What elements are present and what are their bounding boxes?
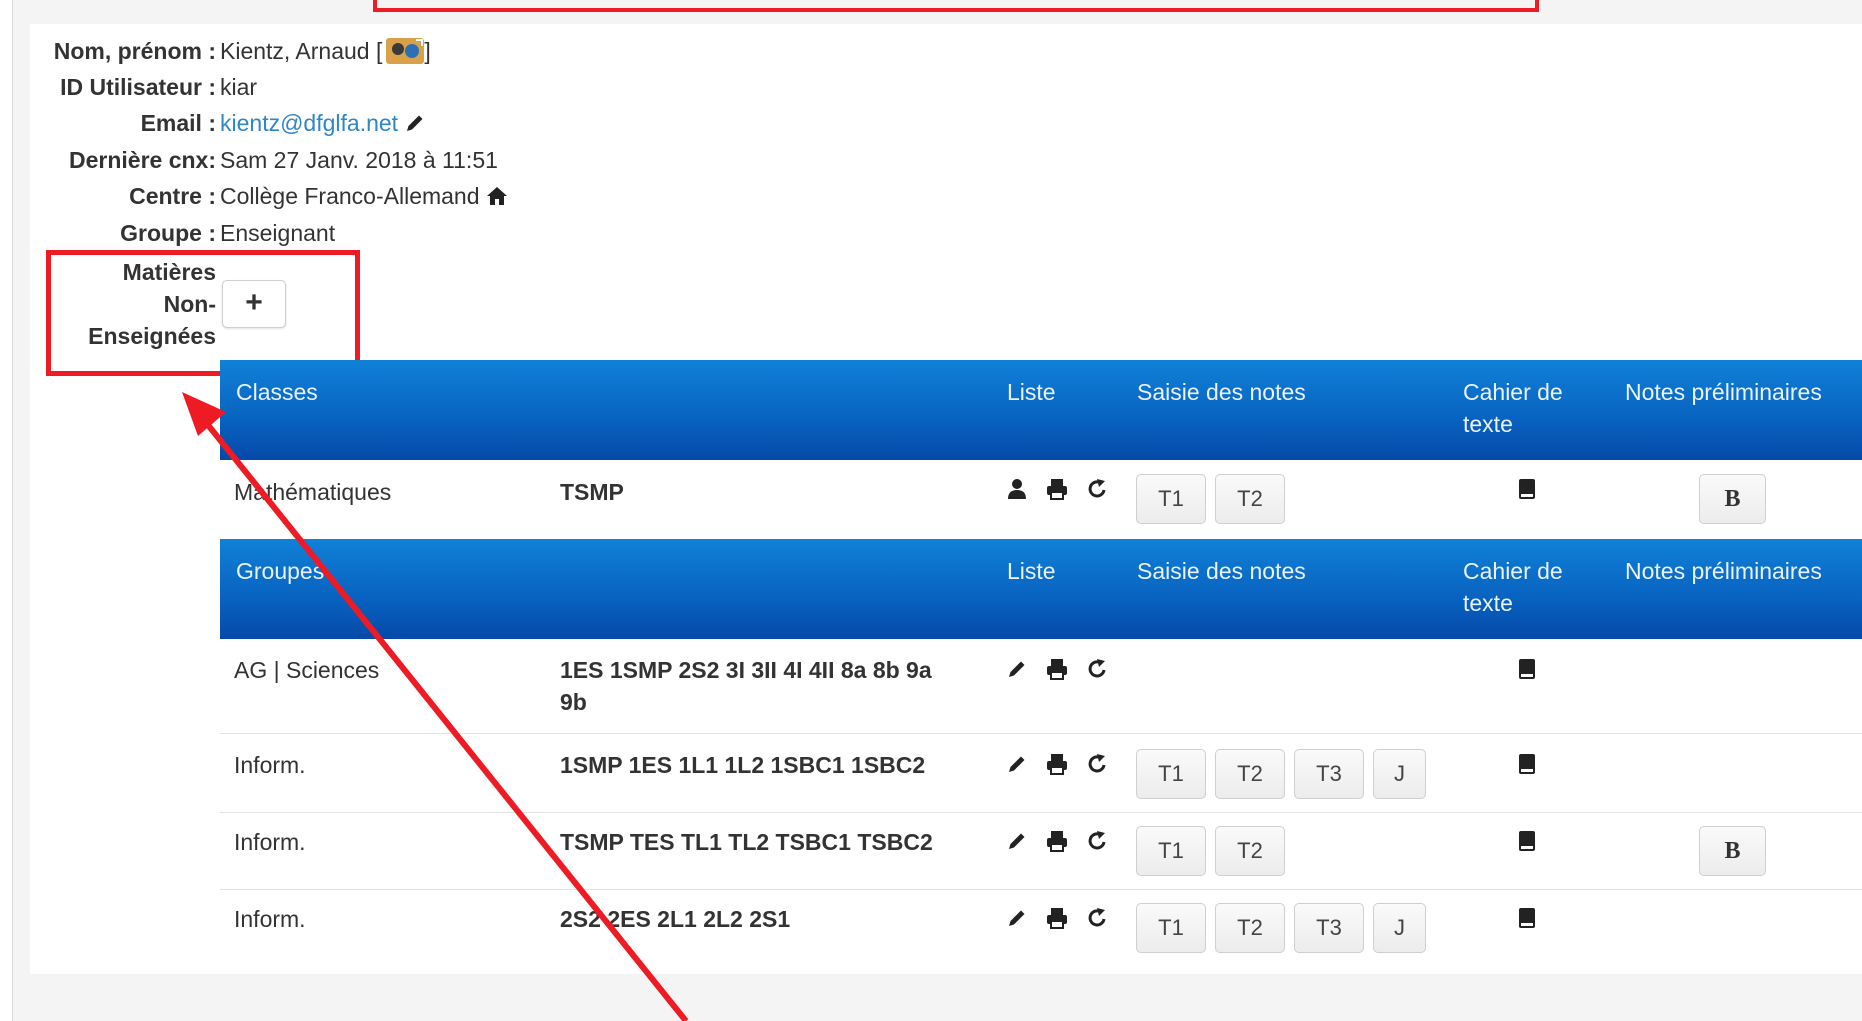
pencil-icon[interactable] (1006, 753, 1028, 775)
groupes-header-cahier-2: texte (1463, 590, 1513, 616)
row-classes: TSMP TES TL1 TL2 TSBC1 TSBC2 (560, 829, 933, 855)
table-row: Mathématiques TSMP T1 T2 B (220, 474, 1862, 538)
user-icon[interactable] (1006, 478, 1028, 500)
print-icon[interactable] (1046, 753, 1068, 775)
row-subject: Inform. (234, 829, 306, 855)
row-subject: AG | Sciences (234, 657, 380, 683)
userid-value: kiar (220, 74, 258, 100)
table-row: Inform. 2S2 2ES 2L1 2L2 2S1 T1 T2 T3 J (220, 903, 1862, 967)
b-button[interactable]: B (1699, 826, 1766, 876)
book-icon[interactable] (1518, 478, 1536, 500)
row-saisie-buttons: T1 T2 T3 J (1136, 749, 1426, 799)
j-button[interactable]: J (1373, 749, 1426, 799)
t2-button[interactable]: T2 (1215, 826, 1285, 876)
table-row: Inform. TSMP TES TL1 TL2 TSBC1 TSBC2 T1 … (220, 826, 1862, 890)
userid-label: ID Utilisateur : (60, 74, 216, 100)
page: Nom, prénom : Kientz, Arnaud [] ID Utili… (0, 0, 1862, 1021)
home-icon[interactable] (486, 185, 508, 207)
email-value: kientz@dfglfa.net (220, 108, 426, 138)
row-subject: Mathématiques (234, 479, 392, 505)
t3-button[interactable]: T3 (1294, 903, 1364, 953)
classes-header-liste: Liste (1007, 379, 1056, 405)
print-icon[interactable] (1046, 830, 1068, 852)
print-icon[interactable] (1046, 478, 1068, 500)
row-classes: 1SMP 1ES 1L1 1L2 1SBC1 1SBC2 (560, 752, 926, 778)
annotation-box-matieres (46, 250, 360, 376)
groupes-header-title: Groupes (236, 558, 325, 584)
name-label: Nom, prénom : (53, 38, 216, 64)
export-icon[interactable] (1086, 753, 1108, 775)
classes-header-title: Classes (236, 379, 318, 405)
row-list-icons (1006, 753, 1108, 775)
classes-table-header: Classes Liste Saisie des notes Cahier de… (220, 360, 1862, 460)
name-value: Kientz, Arnaud [] (220, 38, 431, 64)
t1-button[interactable]: T1 (1136, 903, 1206, 953)
book-icon[interactable] (1518, 907, 1536, 929)
row-classes: 1ES 1SMP 2S2 3I 3II 4I 4II 8a 8b 9a 9b (560, 657, 932, 715)
t1-button[interactable]: T1 (1136, 826, 1206, 876)
j-button[interactable]: J (1373, 903, 1426, 953)
row-classes: 2S2 2ES 2L1 2L2 2S1 (560, 906, 791, 932)
t3-button[interactable]: T3 (1294, 749, 1364, 799)
classes-header-saisie: Saisie des notes (1137, 379, 1306, 405)
book-icon[interactable] (1518, 658, 1536, 680)
row-classes: TSMP (560, 479, 624, 505)
centre-label: Centre : (129, 183, 216, 209)
b-button[interactable]: B (1699, 474, 1766, 524)
export-icon[interactable] (1086, 658, 1108, 680)
row-list-icons (1006, 478, 1108, 500)
pencil-icon[interactable] (1006, 658, 1028, 680)
pencil-icon[interactable] (1006, 830, 1028, 852)
row-saisie-buttons: T1 T2 (1136, 826, 1285, 876)
book-icon[interactable] (1518, 753, 1536, 775)
print-icon[interactable] (1046, 658, 1068, 680)
groupe-label: Groupe : (120, 220, 216, 246)
t2-button[interactable]: T2 (1215, 749, 1285, 799)
email-link[interactable]: kientz@dfglfa.net (220, 110, 398, 136)
row-list-icons (1006, 830, 1108, 852)
pencil-icon[interactable] (404, 112, 426, 134)
groupe-value: Enseignant (220, 220, 336, 246)
pencil-icon[interactable] (1006, 907, 1028, 929)
t1-button[interactable]: T1 (1136, 474, 1206, 524)
t2-button[interactable]: T2 (1215, 474, 1285, 524)
classes-header-cahier-1: Cahier de (1463, 379, 1563, 405)
table-row: Inform. 1SMP 1ES 1L1 1L2 1SBC1 1SBC2 T1 … (220, 749, 1862, 813)
row-subject: Inform. (234, 752, 306, 778)
export-icon[interactable] (1086, 830, 1108, 852)
row-list-icons (1006, 658, 1108, 680)
t2-button[interactable]: T2 (1215, 903, 1285, 953)
table-row: AG | Sciences 1ES 1SMP 2S2 3I 3II 4I 4II… (220, 654, 1862, 734)
groupes-header-notes-prelim: Notes préliminaires (1625, 558, 1822, 584)
classes-header-cahier-2: texte (1463, 411, 1513, 437)
email-label: Email : (140, 110, 216, 136)
row-saisie-buttons: T1 T2 (1136, 474, 1285, 524)
book-icon[interactable] (1518, 830, 1536, 852)
groupes-table-header: Groupes Liste Saisie des notes Cahier de… (220, 539, 1862, 639)
export-icon[interactable] (1086, 907, 1108, 929)
print-icon[interactable] (1046, 907, 1068, 929)
classes-header-notes-prelim: Notes préliminaires (1625, 379, 1822, 405)
groupes-header-cahier-1: Cahier de (1463, 558, 1563, 584)
export-icon[interactable] (1086, 478, 1108, 500)
centre-value: Collège Franco-Allemand (220, 181, 508, 211)
lastcnx-label: Dernière cnx: (68, 147, 216, 173)
lastcnx-value: Sam 27 Janv. 2018 à 11:51 (220, 147, 498, 173)
avatar-icon[interactable] (386, 38, 425, 64)
annotation-box-top (373, 0, 1539, 12)
groupes-header-liste: Liste (1007, 558, 1056, 584)
row-list-icons (1006, 907, 1108, 929)
row-subject: Inform. (234, 906, 306, 932)
groupes-header-saisie: Saisie des notes (1137, 558, 1306, 584)
t1-button[interactable]: T1 (1136, 749, 1206, 799)
row-saisie-buttons: T1 T2 T3 J (1136, 903, 1426, 953)
